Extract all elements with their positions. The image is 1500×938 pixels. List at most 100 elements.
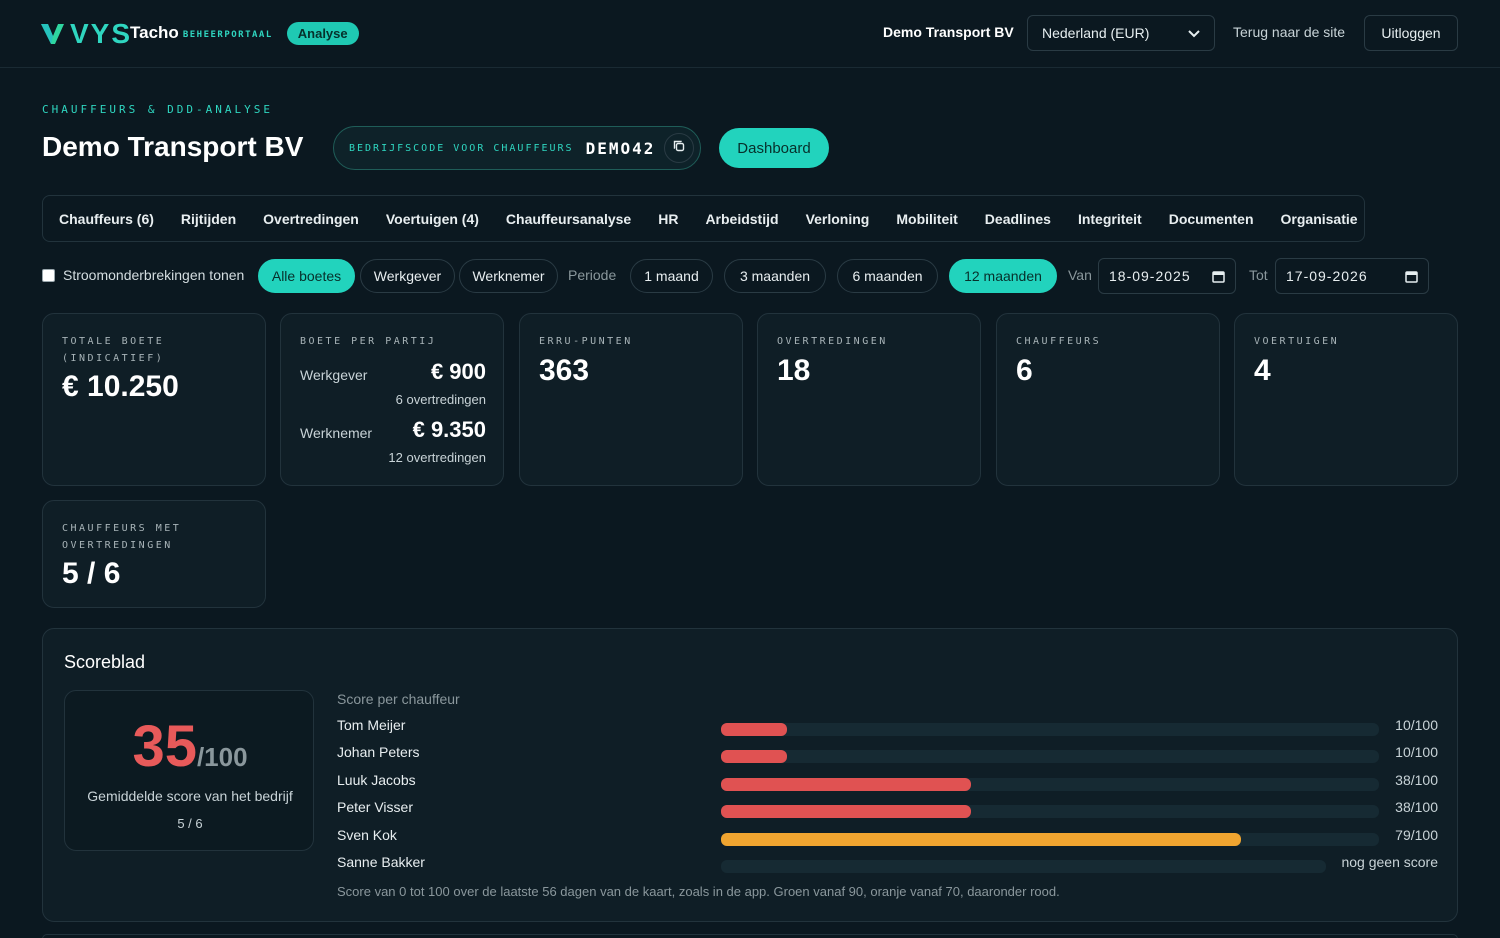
tab-mobiliteit[interactable]: Mobiliteit [896, 211, 957, 227]
tab-documenten[interactable]: Documenten [1169, 211, 1254, 227]
driver-score-label: 10/100 [1395, 744, 1438, 760]
score-bar-track [721, 750, 1379, 763]
erru-points-card: ERRU-PUNTEN 363 [519, 313, 743, 486]
vehicles-card: VOERTUIGEN 4 [1234, 313, 1458, 486]
score-bar-fill [721, 723, 787, 736]
dashboard-button[interactable]: Dashboard [719, 128, 829, 168]
copy-code-button[interactable] [664, 133, 694, 163]
tab-organisatie[interactable]: Organisatie [1281, 211, 1358, 227]
employer-count: 6 overtredingen [395, 392, 486, 407]
driver-score-label: 79/100 [1395, 827, 1438, 843]
driver-score-row: Luuk Jacobs 38/100 [337, 772, 1438, 792]
erru-value: 363 [539, 354, 590, 387]
page-eyebrow: CHAUFFEURS & DDD-ANALYSE [42, 103, 273, 116]
tab-chauffeurs[interactable]: Chauffeurs (6) [59, 211, 154, 227]
to-date-input[interactable]: 17-09-2026 [1275, 258, 1429, 294]
driver-score-label: nog geen score [1341, 854, 1438, 870]
power-interruptions-checkbox[interactable] [42, 269, 55, 282]
logout-button[interactable]: Uitloggen [1364, 15, 1458, 51]
driver-name: Sanne Bakker [337, 854, 425, 870]
score-bar-track [721, 723, 1379, 736]
period-3-months[interactable]: 3 maanden [724, 259, 826, 293]
company-code-label: BEDRIJFSCODE VOOR CHAUFFEURS [349, 142, 574, 154]
drivers-card: CHAUFFEURS 6 [996, 313, 1220, 486]
product-subtitle: BEHEERPORTAAL [182, 30, 273, 40]
tab-overtredingen[interactable]: Overtredingen [263, 211, 359, 227]
power-interruptions-label[interactable]: Stroomonderbrekingen tonen [63, 267, 244, 283]
tab-chauffeursanalyse[interactable]: Chauffeursanalyse [506, 211, 631, 227]
score-bar-track [721, 860, 1326, 873]
vehicles-label: VOERTUIGEN [1254, 336, 1340, 347]
period-12-months[interactable]: 12 maanden [949, 259, 1057, 293]
scoreboard-title: Scoreblad [64, 652, 146, 672]
company-code-box: BEDRIJFSCODE VOOR CHAUFFEURS DEMO42 [333, 126, 701, 170]
calendar-icon [1405, 270, 1418, 286]
to-label: Tot [1249, 267, 1268, 283]
company-score-description: Gemiddelde score van het bedrijf [87, 788, 293, 804]
driver-score-row: Peter Visser 38/100 [337, 799, 1438, 819]
analyse-badge: Analyse [286, 21, 359, 45]
total-fine-label: TOTALE BOETE (INDICATIEF) [62, 336, 165, 364]
score-bar-fill [721, 750, 787, 763]
total-fine-card: TOTALE BOETE (INDICATIEF) € 10.250 [42, 313, 266, 486]
tab-rijtijden[interactable]: Rijtijden [181, 211, 236, 227]
drivers-value: 6 [1016, 354, 1033, 387]
product-name: Tacho [130, 23, 179, 42]
company-score-value: 35 [132, 714, 197, 779]
violations-card: OVERTREDINGEN 18 [757, 313, 981, 486]
tab-integriteit[interactable]: Integriteit [1078, 211, 1142, 227]
driver-name: Sven Kok [337, 827, 397, 843]
tab-verloning[interactable]: Verloning [806, 211, 870, 227]
from-date-input[interactable]: 18-09-2025 [1098, 258, 1236, 294]
violations-value: 18 [777, 354, 811, 387]
employer-amount: € 900 [430, 359, 486, 384]
back-to-site-link[interactable]: Terug naar de site [1233, 24, 1345, 40]
vehicles-value: 4 [1254, 354, 1271, 387]
tab-arbeidstijd[interactable]: Arbeidstijd [705, 211, 778, 227]
filter-bar: Stroomonderbrekingen tonen Alle boetes W… [42, 258, 1442, 294]
region-select[interactable]: Nederland (EUR) [1027, 15, 1215, 51]
filter-employer[interactable]: Werkgever [360, 259, 455, 293]
company-code-value: DEMO42 [585, 138, 656, 158]
filter-all-fines[interactable]: Alle boetes [258, 259, 355, 293]
next-panel-edge [42, 934, 1458, 938]
driver-score-label: 10/100 [1395, 717, 1438, 733]
score-bar-track [721, 778, 1379, 791]
driver-score-label: 38/100 [1395, 799, 1438, 815]
employee-label: Werknemer [300, 425, 373, 441]
drivers-with-violations-value: 5 / 6 [62, 557, 121, 590]
driver-name: Luuk Jacobs [337, 772, 416, 788]
period-1-month[interactable]: 1 maand [630, 259, 713, 293]
filter-employee[interactable]: Werknemer [459, 259, 558, 293]
scoreboard-panel: Scoreblad 35/100 Gemiddelde score van he… [42, 628, 1458, 922]
tab-deadlines[interactable]: Deadlines [985, 211, 1051, 227]
drivers-label: CHAUFFEURS [1016, 336, 1102, 347]
from-date-value: 18-09-2025 [1109, 268, 1191, 284]
erru-label: ERRU-PUNTEN [539, 336, 633, 347]
drivers-with-violations-card: CHAUFFEURS MET OVERTREDINGEN 5 / 6 [42, 500, 266, 608]
period-6-months[interactable]: 6 maanden [837, 259, 938, 293]
driver-score-row: Tom Meijer 10/100 [337, 717, 1438, 737]
page-title: Demo Transport BV [42, 131, 304, 162]
tab-hr[interactable]: HR [658, 211, 678, 227]
company-score: 35/100 [65, 713, 315, 780]
period-label: Periode [568, 267, 617, 283]
section-tabs: Chauffeurs (6) Rijtijden Overtredingen V… [42, 195, 1365, 242]
score-per-driver-title: Score per chauffeur [337, 691, 460, 707]
calendar-icon [1212, 270, 1225, 286]
total-fine-value: € 10.250 [62, 370, 179, 403]
score-bar-fill [721, 778, 972, 791]
violations-label: OVERTREDINGEN [777, 336, 888, 347]
region-value: Nederland (EUR) [1042, 25, 1150, 41]
score-bar-track [721, 805, 1379, 818]
driver-score-label: 38/100 [1395, 772, 1438, 788]
driver-score-row: Sanne Bakker nog geen score [337, 854, 1438, 874]
driver-score-row: Johan Peters 10/100 [337, 744, 1438, 764]
tab-voertuigen[interactable]: Voertuigen (4) [386, 211, 479, 227]
employer-label: Werkgever [300, 367, 368, 383]
score-bar-fill [721, 833, 1241, 846]
copy-icon [673, 139, 685, 157]
company-score-fraction: 5 / 6 [177, 816, 203, 831]
company-score-denominator: /100 [196, 742, 248, 772]
company-score-box: 35/100 Gemiddelde score van het bedrijf … [64, 690, 314, 851]
